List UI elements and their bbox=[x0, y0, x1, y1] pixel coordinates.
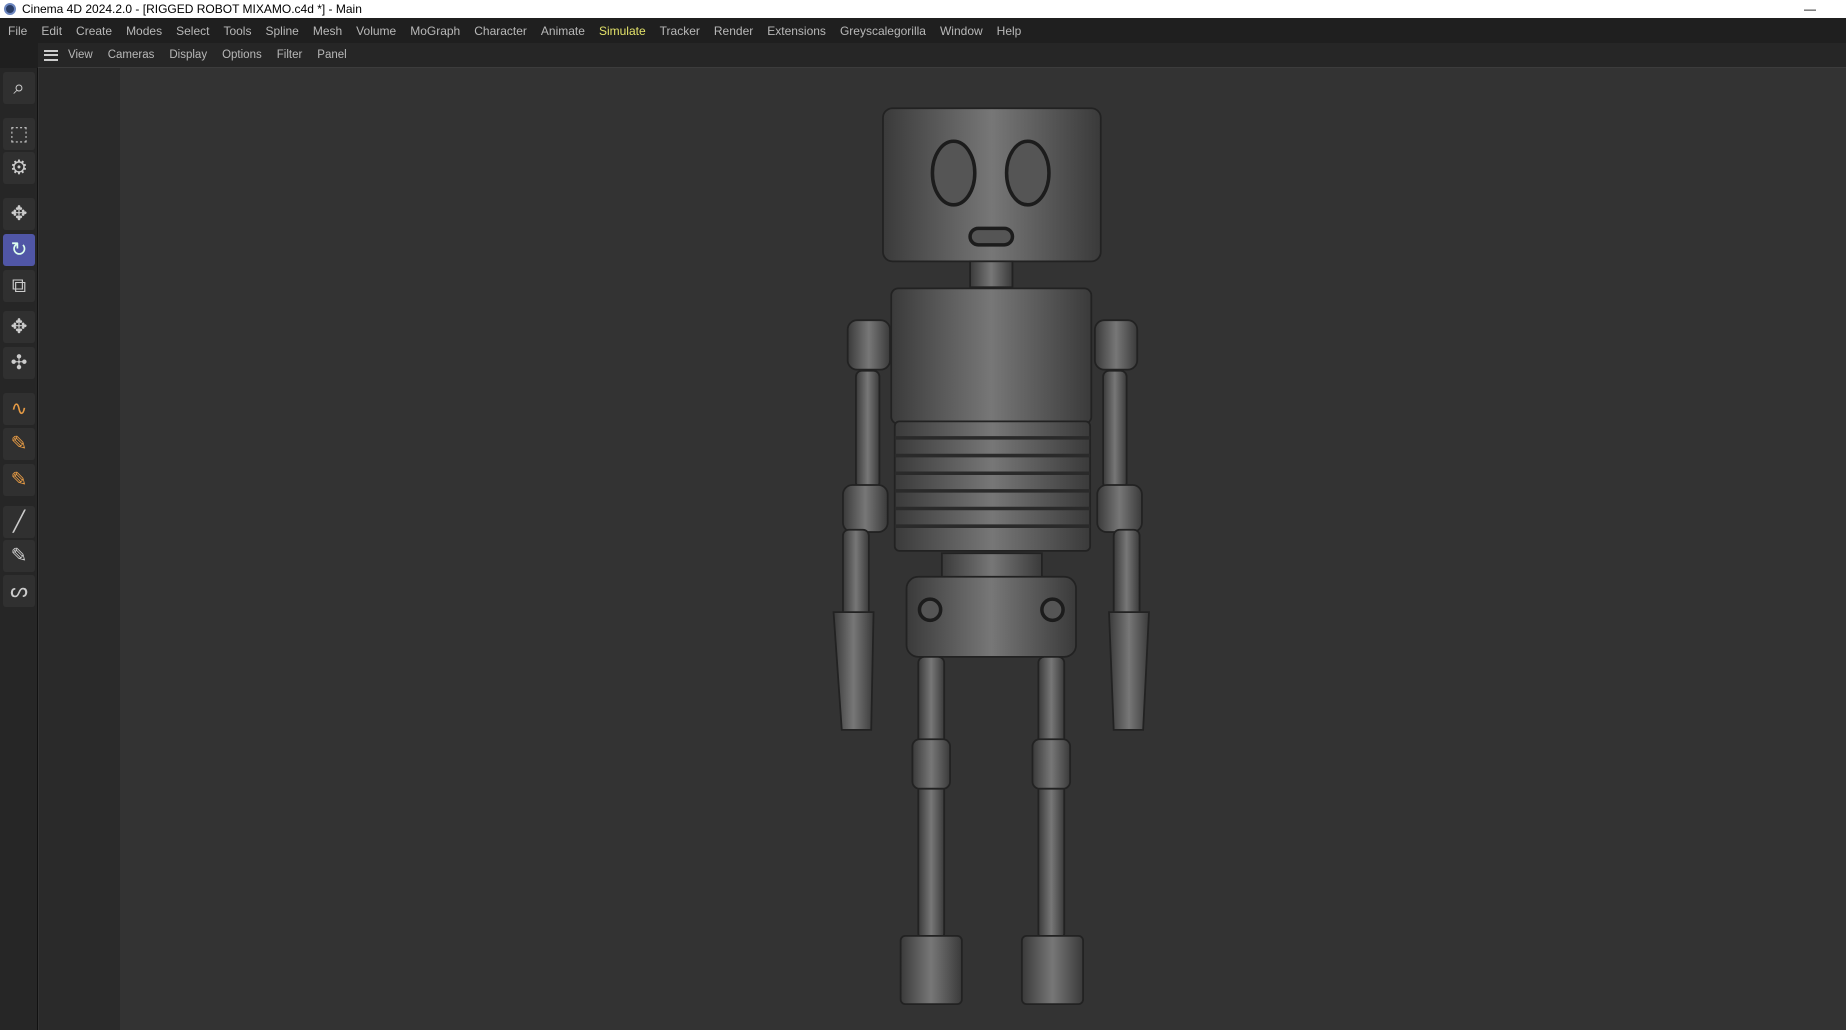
pen-line-icon: ✎ bbox=[10, 545, 28, 567]
viewport-menu-panel[interactable]: Panel bbox=[317, 49, 346, 61]
menu-volume[interactable]: Volume bbox=[356, 24, 396, 38]
pen-cubes-icon: ✎ bbox=[10, 469, 28, 491]
gear-pointer-icon: ⚙ bbox=[10, 157, 28, 179]
transform-tool-button[interactable]: ✥ bbox=[3, 311, 35, 343]
point-transform-tool-button[interactable]: ✣ bbox=[3, 347, 35, 379]
viewport-menu-bar: View Cameras Display Options Filter Panel bbox=[38, 43, 1846, 68]
pen-box-tool-button[interactable]: ✎ bbox=[3, 428, 35, 460]
menu-greyscalegorilla[interactable]: Greyscalegorilla bbox=[840, 24, 926, 38]
spline-pen-tool-button[interactable]: ∿ bbox=[3, 393, 35, 425]
menu-select[interactable]: Select bbox=[176, 24, 209, 38]
menu-tools[interactable]: Tools bbox=[223, 24, 251, 38]
viewport-menu-options[interactable]: Options bbox=[222, 49, 262, 61]
viewport-menu-display[interactable]: Display bbox=[169, 49, 207, 61]
menu-render[interactable]: Render bbox=[714, 24, 753, 38]
menu-tracker[interactable]: Tracker bbox=[660, 24, 700, 38]
menu-simulate[interactable]: Simulate bbox=[599, 24, 646, 38]
minimize-button[interactable]: — bbox=[1804, 0, 1816, 18]
move-tool-button[interactable]: ✥ bbox=[3, 198, 35, 230]
menu-modes[interactable]: Modes bbox=[126, 24, 162, 38]
side-panel bbox=[39, 68, 120, 1030]
viewport-menu-filter[interactable]: Filter bbox=[277, 49, 303, 61]
transform-icon: ✥ bbox=[10, 316, 28, 338]
main-menu-bar: File Edit Create Modes Select Tools Spline Mesh… bbox=[0, 18, 1846, 43]
brush-icon: ╱ bbox=[12, 511, 26, 533]
menu-mesh[interactable]: Mesh bbox=[313, 24, 342, 38]
menu-help[interactable]: Help bbox=[997, 24, 1022, 38]
scale-icon: ⧉ bbox=[11, 275, 27, 297]
hamburger-menu-icon[interactable] bbox=[44, 49, 58, 61]
menu-edit[interactable]: Edit bbox=[41, 24, 62, 38]
brush-tool-button[interactable]: ╱ bbox=[3, 506, 35, 538]
pen-cubes-tool-button[interactable]: ✎ bbox=[3, 464, 35, 496]
search-icon: ⌕ bbox=[13, 77, 25, 99]
viewport-menu-cameras[interactable]: Cameras bbox=[108, 49, 155, 61]
menu-create[interactable]: Create bbox=[76, 24, 112, 38]
sketch-icon: ᔕ bbox=[10, 580, 28, 602]
point-transform-icon: ✣ bbox=[10, 352, 28, 374]
menu-spline[interactable]: Spline bbox=[265, 24, 298, 38]
search-tool-button[interactable]: ⌕ bbox=[3, 72, 35, 104]
pen-line-tool-button[interactable]: ✎ bbox=[3, 540, 35, 572]
spline-pen-icon: ∿ bbox=[10, 398, 28, 420]
scale-tool-button[interactable]: ⧉ bbox=[3, 270, 35, 302]
rotate-icon: ↻ bbox=[10, 239, 28, 261]
title-bar: Cinema 4D 2024.2.0 - [RIGGED ROBOT MIXAM… bbox=[0, 0, 1846, 18]
sketch-tool-button[interactable]: ᔕ bbox=[3, 575, 35, 607]
move-icon: ✥ bbox=[10, 203, 28, 225]
cinema4d-logo-icon bbox=[4, 3, 16, 15]
menu-window[interactable]: Window bbox=[940, 24, 983, 38]
menu-character[interactable]: Character bbox=[474, 24, 527, 38]
menu-extensions[interactable]: Extensions bbox=[767, 24, 826, 38]
menu-mograph[interactable]: MoGraph bbox=[410, 24, 460, 38]
tool-palette: ⌕ ⬚ ⚙ ✥ ↻ ⧉ ✥ ✣ ∿ ✎ ✎ ╱ ✎ ᔕ bbox=[0, 68, 38, 1030]
window-title: Cinema 4D 2024.2.0 - [RIGGED ROBOT MIXAM… bbox=[22, 2, 362, 16]
menu-file[interactable]: File bbox=[8, 24, 27, 38]
selection-icon: ⬚ bbox=[9, 123, 29, 145]
viewport-menu-view[interactable]: View bbox=[68, 49, 93, 61]
selection-tool-button[interactable]: ⬚ bbox=[3, 118, 35, 150]
rotate-tool-button[interactable]: ↻ bbox=[3, 234, 35, 266]
toolbar-grip[interactable] bbox=[0, 43, 38, 68]
menu-animate[interactable]: Animate bbox=[541, 24, 585, 38]
gear-pointer-tool-button[interactable]: ⚙ bbox=[3, 152, 35, 184]
3d-viewport[interactable] bbox=[120, 68, 1846, 1030]
pen-box-icon: ✎ bbox=[10, 433, 28, 455]
